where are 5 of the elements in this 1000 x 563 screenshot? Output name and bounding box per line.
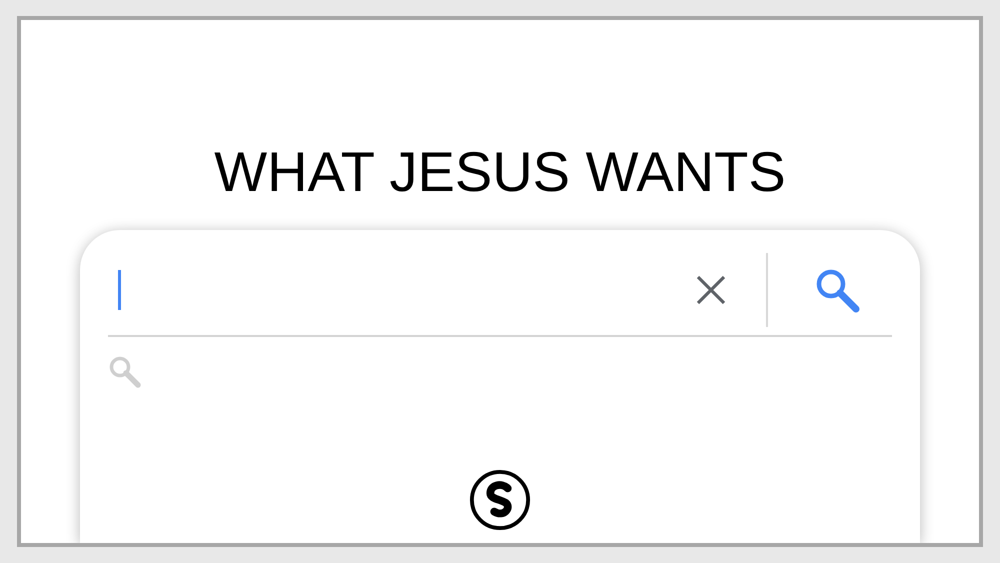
search-icon[interactable] — [814, 267, 860, 313]
logo-icon — [469, 469, 531, 531]
clear-icon[interactable] — [696, 275, 726, 305]
search-icon — [108, 355, 142, 389]
headline: WHAT JESUS WANTS — [214, 140, 786, 204]
